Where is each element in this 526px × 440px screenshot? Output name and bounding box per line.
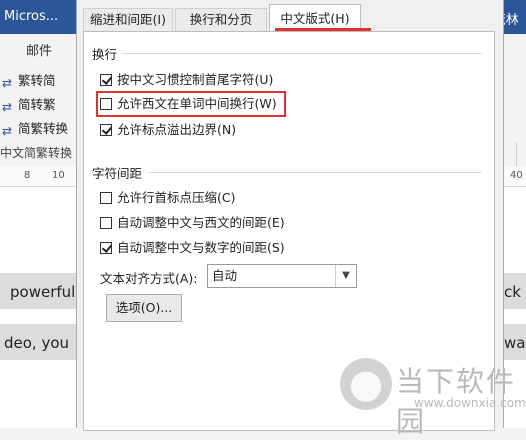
option-compress-punctuation[interactable]: 允许行首标点压缩(C) xyxy=(100,190,235,206)
option-label: 允许行首标点压缩(C) xyxy=(117,190,236,205)
section-title-line-break: 换行 xyxy=(92,47,118,62)
app-title: Micros... xyxy=(4,9,59,24)
document-text: powerful xyxy=(10,283,76,301)
traditional-to-simplified-button[interactable]: ⇄ 繁转简 xyxy=(2,70,56,90)
document-text: wa xyxy=(504,334,526,352)
convert-icon: ⇄ xyxy=(2,76,13,90)
option-label: 自动调整中文与数字的间距(S) xyxy=(117,240,285,255)
watermark-logo-icon xyxy=(340,358,392,410)
tab-indents-spacing[interactable]: 缩进和间距(I) xyxy=(83,8,173,31)
watermark-url: www.downxia.com xyxy=(414,396,526,410)
option-space-asian-latin[interactable]: 自动调整中文与西文的间距(E) xyxy=(100,215,285,231)
ruler-tick: 8 xyxy=(24,170,31,181)
chevron-down-icon[interactable]: ▼ xyxy=(335,265,356,287)
option-label: 按中文习惯控制首尾字符(U) xyxy=(117,72,274,87)
option-space-asian-numbers[interactable]: 自动调整中文与数字的间距(S) xyxy=(100,240,285,256)
option-label: 允许标点溢出边界(N) xyxy=(117,122,237,137)
checkbox[interactable] xyxy=(100,74,112,86)
button-label: 繁转简 xyxy=(18,73,56,88)
option-allow-punctuation-overflow[interactable]: 允许标点溢出边界(N) xyxy=(100,122,236,138)
group-label: 中文简繁转换 xyxy=(0,146,73,160)
convert-icon: ⇄ xyxy=(2,124,13,138)
ruler-tick: 40 xyxy=(510,170,523,181)
section-divider xyxy=(148,172,482,173)
option-label: 自动调整中文与西文的间距(E) xyxy=(117,215,285,230)
section-divider xyxy=(122,53,482,54)
checkbox[interactable] xyxy=(100,192,112,204)
document-text: deo, you xyxy=(4,334,70,352)
checkbox[interactable] xyxy=(100,242,112,254)
tab-mailings[interactable]: 邮件 xyxy=(26,40,52,59)
tab-line-page-breaks[interactable]: 换行和分页(P) xyxy=(175,8,267,49)
button-label: 简转繁 xyxy=(18,97,56,112)
watermark: 当下软件园 www.downxia.com xyxy=(340,352,526,438)
chinese-conversion-button[interactable]: ⇄ 简繁转换 xyxy=(2,118,68,138)
checkbox[interactable] xyxy=(100,217,112,229)
text-alignment-label: 文本对齐方式(A): xyxy=(100,271,198,286)
option-control-first-last-chars[interactable]: 按中文习惯控制首尾字符(U) xyxy=(100,72,273,88)
text-alignment-select[interactable]: 自动 ▼ xyxy=(207,264,357,288)
document-text: ck xyxy=(504,283,521,301)
select-value: 自动 xyxy=(212,268,238,283)
button-label: 简繁转换 xyxy=(18,121,69,136)
checkbox[interactable] xyxy=(100,124,112,136)
highlight-box xyxy=(96,91,286,117)
convert-icon: ⇄ xyxy=(2,100,13,114)
ruler-tick: 10 xyxy=(52,170,65,181)
options-button[interactable]: 选项(O)... xyxy=(106,294,182,322)
section-title-character-spacing: 字符间距 xyxy=(92,166,143,181)
simplified-to-traditional-button[interactable]: ⇄ 简转繁 xyxy=(2,94,56,114)
